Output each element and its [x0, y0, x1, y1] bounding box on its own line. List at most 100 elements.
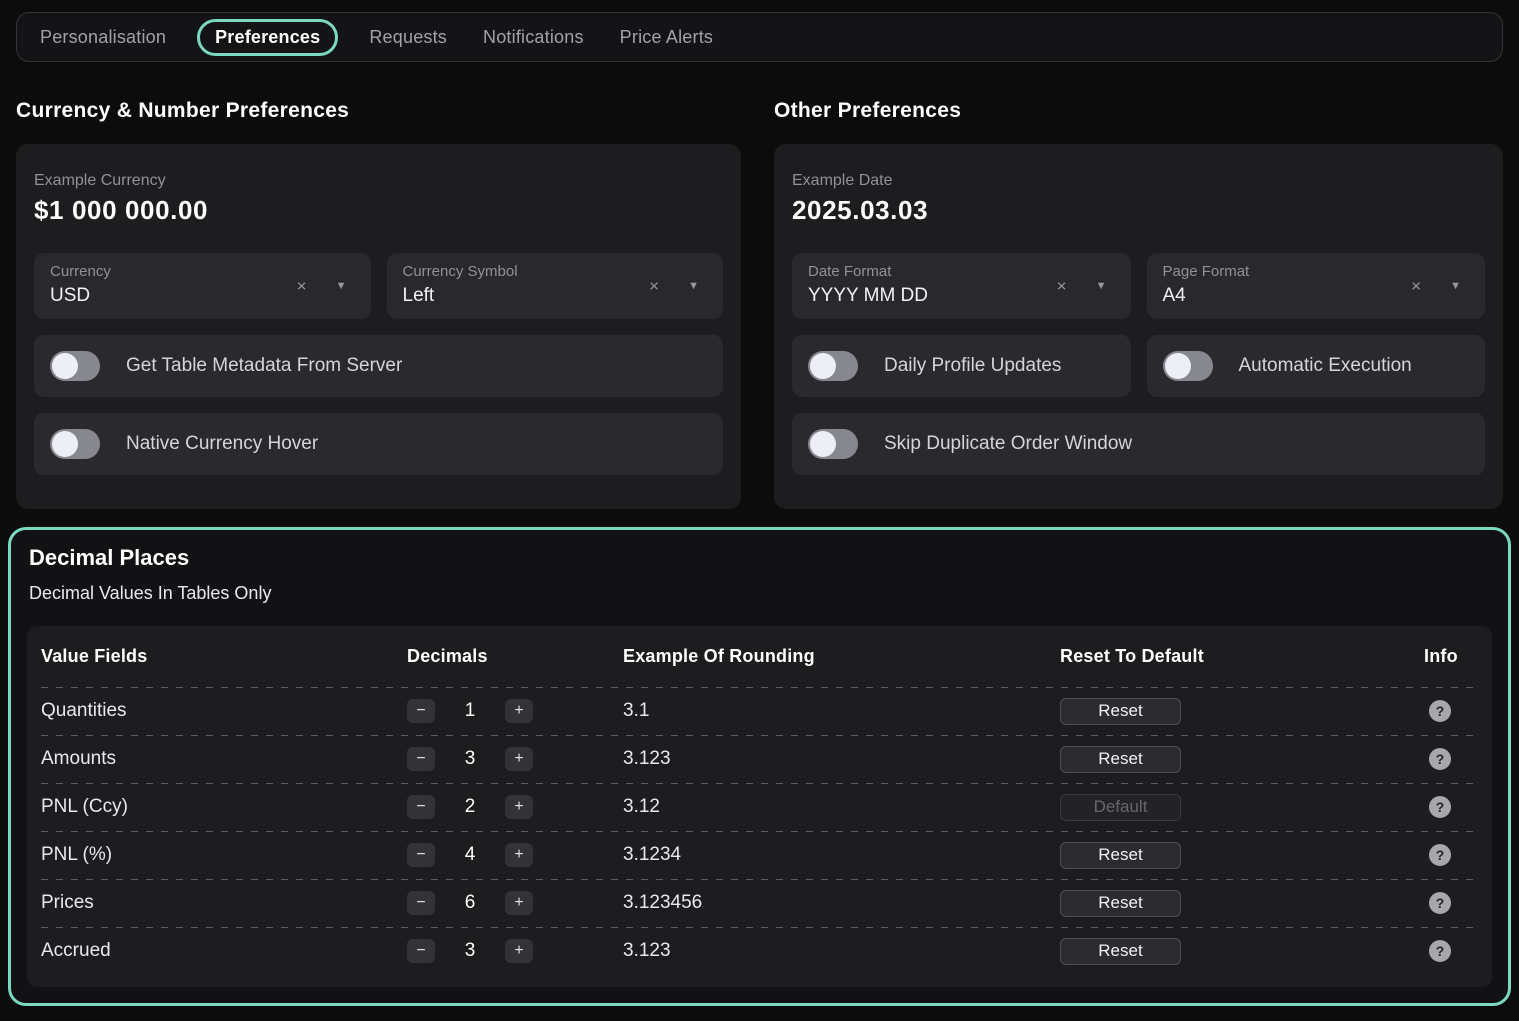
rounding-example: 3.123 — [623, 748, 1060, 770]
toggle-switch[interactable] — [808, 429, 858, 459]
reset-button[interactable]: Reset — [1060, 938, 1181, 965]
table-row-accrued: Accrued − 3 + 3.123 Reset ? — [41, 927, 1478, 975]
reset-button[interactable]: Reset — [1060, 698, 1181, 725]
value-field-label: Amounts — [41, 748, 407, 770]
table-row-pnl: PNL (%) − 4 + 3.1234 Reset ? — [41, 831, 1478, 879]
toggle-switch[interactable] — [50, 351, 100, 381]
toggle-label: Skip Duplicate Order Window — [884, 433, 1132, 455]
caret-down-icon[interactable]: ▼ — [1096, 281, 1107, 292]
value-field-label: PNL (%) — [41, 844, 407, 866]
question-icon[interactable]: ? — [1429, 892, 1451, 914]
decimals-stepper: − 1 + — [407, 699, 623, 723]
question-icon[interactable]: ? — [1429, 844, 1451, 866]
reset-button[interactable]: Reset — [1060, 890, 1181, 917]
decrement-button[interactable]: − — [407, 891, 435, 915]
date-format-select[interactable]: Date Format YYYY MM DD × ▼ — [792, 253, 1131, 319]
daily-profile-updates-toggle-row[interactable]: Daily Profile Updates — [792, 335, 1131, 397]
select-value: USD — [50, 285, 355, 307]
tab-label: Requests — [369, 27, 447, 47]
question-icon[interactable]: ? — [1429, 940, 1451, 962]
increment-button[interactable]: + — [505, 699, 533, 723]
toggle-label: Native Currency Hover — [126, 433, 318, 455]
caret-down-icon[interactable]: ▼ — [1450, 281, 1461, 292]
question-icon[interactable]: ? — [1429, 796, 1451, 818]
currency-symbol-select[interactable]: Currency Symbol Left × ▼ — [387, 253, 724, 319]
caret-down-icon[interactable]: ▼ — [336, 281, 347, 292]
decrement-button[interactable]: − — [407, 939, 435, 963]
select-label: Date Format — [808, 263, 1115, 280]
other-section-title: Other Preferences — [774, 99, 1503, 123]
other-preferences-section: Other Preferences Example Date 2025.03.0… — [774, 62, 1503, 509]
increment-button[interactable]: + — [505, 891, 533, 915]
native-currency-hover-toggle-row[interactable]: Native Currency Hover — [34, 413, 723, 475]
currency-section-title: Currency & Number Preferences — [16, 99, 741, 123]
value-field-label: PNL (Ccy) — [41, 796, 407, 818]
question-icon[interactable]: ? — [1429, 700, 1451, 722]
toggle-switch[interactable] — [50, 429, 100, 459]
decimal-places-section: Decimal Places Decimal Values In Tables … — [8, 527, 1511, 1006]
clear-icon[interactable]: × — [1057, 278, 1067, 295]
col-header-example: Example Of Rounding — [623, 646, 1060, 667]
decrement-button[interactable]: − — [407, 795, 435, 819]
decimal-places-title: Decimal Places — [21, 545, 1498, 571]
example-date-label: Example Date — [792, 172, 1485, 190]
decrement-button[interactable]: − — [407, 699, 435, 723]
tab-notifications[interactable]: Notifications — [478, 18, 589, 57]
caret-down-icon[interactable]: ▼ — [688, 281, 699, 292]
clear-icon[interactable]: × — [1411, 278, 1421, 295]
reset-button[interactable]: Reset — [1060, 746, 1181, 773]
question-icon[interactable]: ? — [1429, 748, 1451, 770]
decimals-stepper: − 3 + — [407, 939, 623, 963]
tab-label: Personalisation — [40, 27, 166, 47]
increment-button[interactable]: + — [505, 939, 533, 963]
currency-select[interactable]: Currency USD × ▼ — [34, 253, 371, 319]
select-label: Currency Symbol — [403, 263, 708, 280]
decrement-button[interactable]: − — [407, 843, 435, 867]
clear-icon[interactable]: × — [297, 278, 307, 295]
other-toggle-full-row: Skip Duplicate Order Window — [792, 413, 1485, 475]
example-date-value: 2025.03.03 — [792, 195, 1485, 226]
decimals-value: 4 — [451, 844, 489, 866]
other-toggle-pair-row: Daily Profile Updates Automatic Executio… — [792, 335, 1485, 397]
toggle-switch[interactable] — [1163, 351, 1213, 381]
decimals-stepper: − 4 + — [407, 843, 623, 867]
rounding-example: 3.123 — [623, 940, 1060, 962]
select-label: Currency — [50, 263, 355, 280]
decimals-value: 1 — [451, 700, 489, 722]
tab-preferences[interactable]: Preferences — [197, 19, 338, 56]
increment-button[interactable]: + — [505, 843, 533, 867]
reset-button[interactable]: Reset — [1060, 842, 1181, 869]
tab-requests[interactable]: Requests — [364, 18, 452, 57]
reset-button: Default — [1060, 794, 1181, 821]
currency-toggles: Get Table Metadata From Server Native Cu… — [34, 335, 723, 475]
value-field-label: Prices — [41, 892, 407, 914]
select-value: Left — [403, 285, 708, 307]
value-field-label: Quantities — [41, 700, 407, 722]
skip-duplicate-order-window-toggle-row[interactable]: Skip Duplicate Order Window — [792, 413, 1485, 475]
table-row-pnl-ccy: PNL (Ccy) − 2 + 3.12 Default ? — [41, 783, 1478, 831]
tab-price-alerts[interactable]: Price Alerts — [615, 18, 718, 57]
toggle-label: Daily Profile Updates — [884, 355, 1061, 377]
currency-selects-row: Currency USD × ▼ Currency Symbol Left × … — [34, 253, 723, 319]
increment-button[interactable]: + — [505, 747, 533, 771]
decimal-places-table: Value Fields Decimals Example Of Roundin… — [27, 626, 1492, 987]
tab-bar: Personalisation Preferences Requests Not… — [16, 12, 1503, 62]
decimals-value: 2 — [451, 796, 489, 818]
select-value: A4 — [1163, 285, 1470, 307]
decimals-value: 6 — [451, 892, 489, 914]
rounding-example: 3.123456 — [623, 892, 1060, 914]
rounding-example: 3.1234 — [623, 844, 1060, 866]
automatic-execution-toggle-row[interactable]: Automatic Execution — [1147, 335, 1486, 397]
currency-number-section: Currency & Number Preferences Example Cu… — [16, 62, 741, 509]
col-header-decimals: Decimals — [407, 646, 623, 667]
other-panel: Example Date 2025.03.03 Date Format YYYY… — [774, 144, 1503, 509]
tab-label: Notifications — [483, 27, 584, 47]
toggle-switch[interactable] — [808, 351, 858, 381]
example-currency-value: $1 000 000.00 — [34, 195, 723, 226]
get-table-metadata-from-server-toggle-row[interactable]: Get Table Metadata From Server — [34, 335, 723, 397]
decrement-button[interactable]: − — [407, 747, 435, 771]
clear-icon[interactable]: × — [649, 278, 659, 295]
increment-button[interactable]: + — [505, 795, 533, 819]
tab-personalisation[interactable]: Personalisation — [35, 18, 171, 57]
page-format-select[interactable]: Page Format A4 × ▼ — [1147, 253, 1486, 319]
